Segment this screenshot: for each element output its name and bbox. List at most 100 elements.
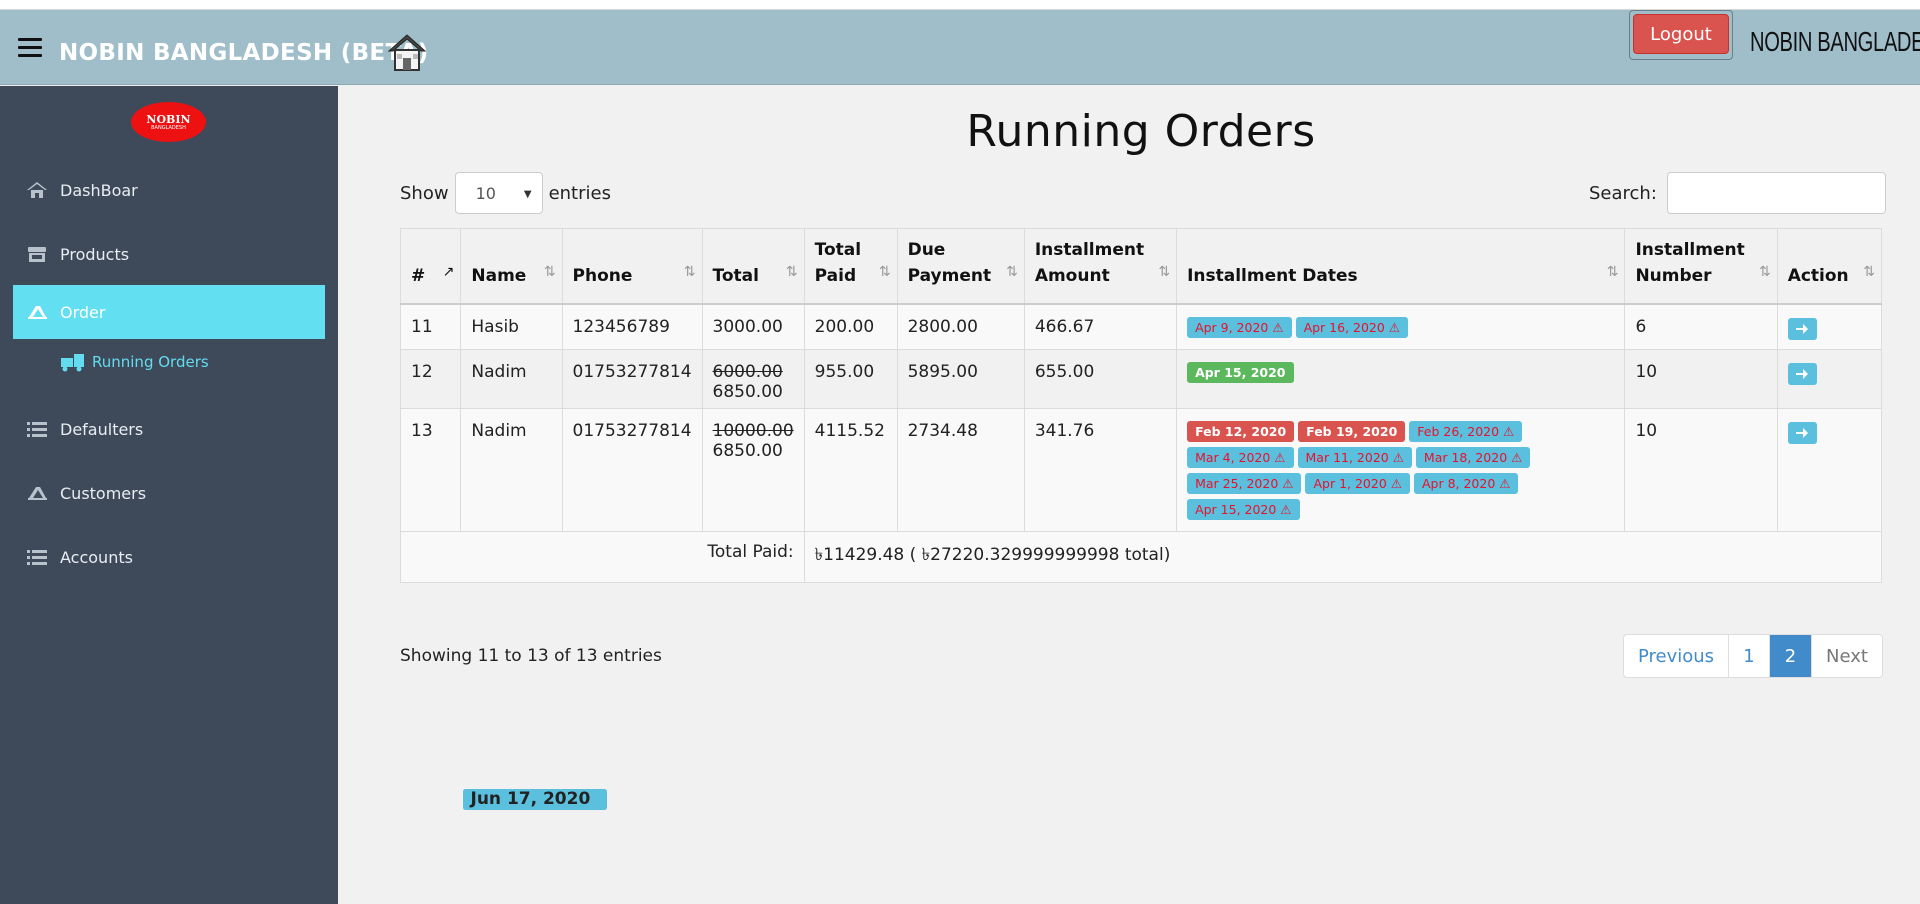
installment-date-badge: Apr 15, 2020 [1187,361,1294,383]
sidebar-item-accounts[interactable]: Accounts [13,530,325,584]
cell-installment-amount: 466.67 [1023,303,1178,350]
pagination-page-2[interactable]: 2 [1770,635,1812,677]
installment-date-badge: Feb 12, 2020 [1187,420,1295,442]
search-input[interactable] [1666,172,1886,214]
current-total: 6850.00 [712,381,783,402]
cell-total-paid: 200.00 [803,303,898,350]
cell-phone: 01753277814 [561,407,703,532]
column-header-installment-dates[interactable]: Installment Dates ⇅ [1176,228,1626,305]
cell-due-payment: 2734.48 [896,407,1025,532]
sidebar-subitem-running-orders[interactable]: Running Orders [60,352,209,372]
column-header-total-paid[interactable]: Total Paid ⇅ [803,228,898,305]
sidebar-item-customers[interactable]: Customers [13,466,325,520]
search-control: Search: [1589,172,1886,214]
entries-select[interactable]: 10 ▼ [454,172,543,214]
browser-top-strip [0,0,1920,10]
table-row: 11 Hasib 123456789 3000.00 200.00 2800.00 466.… [399,303,1883,810]
installment-date-badge: Mar 25, 2020 ⚠ [1187,472,1302,494]
sidebar-item-defaulters[interactable]: Defaulters [13,402,325,456]
cell-id: 11 [399,303,462,350]
entries-label: entries [548,182,611,204]
show-label: Show [400,182,449,204]
hamburger-menu-icon[interactable] [18,38,42,58]
cell-installment-number: 10 [1624,407,1778,532]
truck-icon [24,302,50,322]
column-header-action[interactable]: Action ⇅ [1776,228,1883,305]
cell-due-payment: 5895.00 [896,348,1025,409]
cell-name: Nadim [460,348,563,409]
cell-action [1776,303,1883,350]
pagination-next-button[interactable]: Next [1812,635,1882,677]
column-header-installment-amount[interactable]: Installment Amount ⇅ [1023,228,1178,305]
sidebar-item-label: DashBoar [60,180,138,200]
sidebar-item-label: Products [60,244,130,264]
store-icon [24,244,50,264]
sort-icon: ⇅ [1606,264,1619,280]
sidebar-item-order[interactable]: Order [13,285,325,339]
cell-action [1776,348,1883,409]
cell-phone: 01753277814 [561,348,703,409]
cell-total-paid: 4115.52 [803,407,898,532]
pagination-previous-button[interactable]: Previous [1624,635,1729,677]
logo-text-line2: BANGLADESH [151,124,186,131]
installment-date-badge: Apr 1, 2020 ⚠ [1305,472,1410,494]
column-header-total[interactable]: Total ⇅ [701,228,805,305]
view-order-button[interactable] [1787,362,1817,385]
sidebar-item-label: Customers [60,483,147,503]
orders-table: # ↗ Name ⇅ Phone ⇅ Total ⇅ Total Paid ⇅ Due P… [399,228,1883,810]
view-order-button[interactable] [1787,421,1817,444]
cell-installment-dates: Apr 9, 2020 ⚠Apr 16, 2020 ⚠Apr 23, 2020A… [462,303,1626,810]
pagination-page-1[interactable]: 1 [1729,635,1770,677]
column-header-due-payment[interactable]: Due Payment ⇅ [896,228,1025,305]
sort-asc-icon: ↗ [442,264,455,280]
brand-title[interactable]: NOBIN BANGLADESH (BETA) [59,40,429,66]
header-label: Installment Dates [1187,265,1358,286]
home-icon[interactable] [385,32,429,74]
cell-installment-number: 10 [1624,348,1778,409]
cell-phone: 123456789 [561,303,703,350]
sidebar-item-products[interactable]: Products [13,227,325,281]
main-content: Running Orders Show 10 ▼ entries Search:… [338,86,1920,904]
list-icon [24,547,50,567]
cell-action [1776,407,1883,532]
cell-name: Hasib [460,303,563,350]
logout-button-frame: Logout [1629,10,1733,60]
total-paid-label: Total Paid: [400,530,805,583]
search-label: Search: [1589,182,1657,204]
header-label: Installment Number [1635,239,1745,286]
header-label: Total Paid [814,239,862,286]
cell-due-payment: 2800.00 [896,303,1025,350]
installment-date-badge: Feb 26, 2020 ⚠ [1409,420,1523,442]
header-label: # [411,265,426,286]
column-header-name[interactable]: Name ⇅ [460,228,563,305]
sidebar: NOBIN BANGLADESH DashBoar Products Order… [0,86,338,904]
total-paid-value: ৳11429.48 ( ৳27220.329999999998 total) [803,530,1883,583]
installment-date-badge: Mar 11, 2020 ⚠ [1297,446,1412,468]
header-label: Phone [572,265,633,286]
installment-date-badge: Apr 8, 2020 ⚠ [1413,472,1519,494]
table-row: 13 Nadim 01753277814 10000.00 6850.00 4115.52… [399,407,1883,532]
truck-icon [24,483,50,503]
installment-date-badge: Feb 19, 2020 [1298,420,1406,442]
arrow-right-icon [1796,427,1809,438]
sidebar-item-dashboard[interactable]: DashBoar [13,163,325,217]
header-label: Due Payment [907,239,992,286]
cell-id: 12 [399,348,462,409]
original-total: 10000.00 [712,420,794,441]
column-header-installment-number[interactable]: Installment Number ⇅ [1624,228,1778,305]
company-logo[interactable]: NOBIN BANGLADESH [131,102,206,142]
logout-button[interactable]: Logout [1633,14,1729,54]
column-header-id[interactable]: # ↗ [399,228,462,305]
shipping-icon [60,352,86,372]
sort-icon: ⇅ [785,264,798,280]
header-label: Installment Amount [1034,239,1145,286]
cell-total-paid: 955.00 [803,348,898,409]
top-navbar: NOBIN BANGLADESH (BETA) Logout NOBIN BAN… [0,10,1920,85]
arrow-right-icon [1796,323,1809,334]
column-header-phone[interactable]: Phone ⇅ [561,228,703,305]
list-icon [24,419,50,439]
sort-icon: ⇅ [1758,264,1771,280]
installment-date-badge: Apr 16, 2020 ⚠ [1295,316,1409,338]
pagination: Previous 1 2 Next [1623,634,1883,678]
view-order-button[interactable] [1787,317,1817,340]
